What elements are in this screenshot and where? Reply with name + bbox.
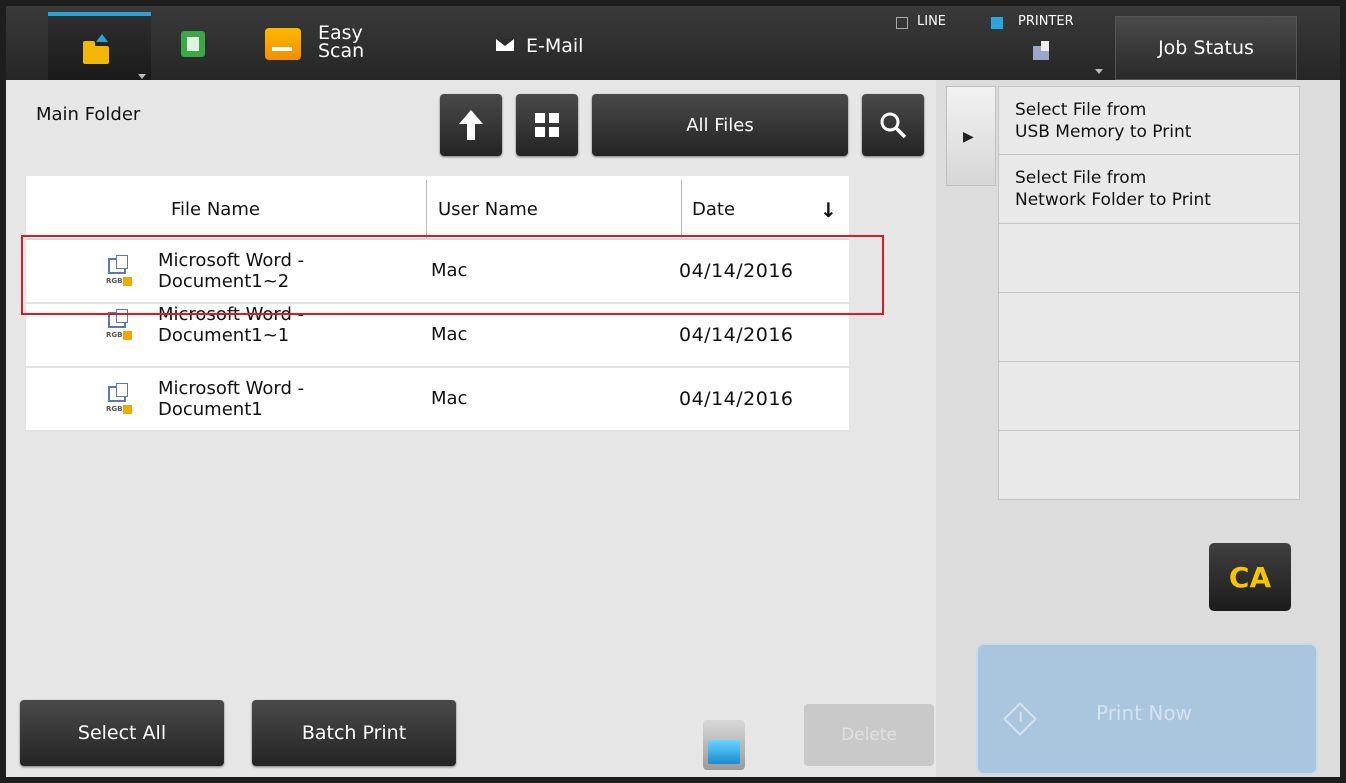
thumbnail-view-button[interactable] xyxy=(516,94,578,156)
touch-screen: Easy Scan E-Mail LINE PRINTER Job Status… xyxy=(6,6,1340,777)
batch-print-button[interactable]: Batch Print xyxy=(252,700,456,766)
lock-icon xyxy=(123,331,132,340)
network-folder-print-item[interactable]: Select File from Network Folder to Print xyxy=(998,155,1300,224)
lock-icon xyxy=(123,405,132,414)
rgb-badge: RGB xyxy=(106,405,123,413)
column-divider xyxy=(681,180,682,238)
printer-label: PRINTER xyxy=(1018,14,1074,29)
select-all-button[interactable]: Select All xyxy=(20,700,224,766)
search-icon xyxy=(880,112,907,139)
empty-action-item xyxy=(998,362,1300,431)
printer-chevron-down-icon[interactable] xyxy=(1095,69,1103,74)
empty-action-item xyxy=(998,224,1300,293)
rgb-badge: RGB xyxy=(106,331,123,339)
print-now-button[interactable]: Print Now xyxy=(976,643,1318,775)
file-date: 04/14/2016 xyxy=(679,324,794,346)
document-icon xyxy=(108,383,128,402)
start-icon xyxy=(1003,702,1037,736)
column-user-name[interactable]: User Name xyxy=(438,176,538,238)
file-name: Microsoft Word - Document1~1 xyxy=(158,304,305,346)
table-row[interactable]: RGB Microsoft Word - Document1 Mac 04/14… xyxy=(26,368,849,432)
sort-descending-icon[interactable]: ↓ xyxy=(820,176,837,238)
action-list: Select File from USB Memory to Print Sel… xyxy=(998,86,1300,500)
chevron-down-icon xyxy=(138,74,146,79)
document-filing-tab[interactable] xyxy=(48,12,151,80)
up-arrow-icon xyxy=(459,110,483,140)
file-list-pane: Main Folder All Files File Name User Nam… xyxy=(6,80,936,690)
column-date[interactable]: Date xyxy=(692,176,735,238)
document-icon xyxy=(108,255,128,274)
file-date: 04/14/2016 xyxy=(679,388,794,410)
folder-title: Main Folder xyxy=(36,104,141,125)
file-date: 04/14/2016 xyxy=(679,260,794,282)
trash-icon xyxy=(703,720,745,770)
lock-icon xyxy=(123,277,132,286)
top-bar: Easy Scan E-Mail LINE PRINTER Job Status xyxy=(6,6,1340,80)
file-name: Microsoft Word - Document1 xyxy=(158,378,305,420)
printer-icon[interactable] xyxy=(1033,41,1049,60)
printer-indicator-icon xyxy=(991,17,1003,29)
table-row[interactable]: RGB Microsoft Word - Document1~2 Mac 04/… xyxy=(26,240,849,304)
easy-scan-icon[interactable] xyxy=(265,28,301,60)
column-file-name[interactable]: File Name xyxy=(171,176,260,238)
file-name: Microsoft Word - Document1~2 xyxy=(158,250,305,292)
column-divider xyxy=(426,180,427,238)
user-name: Mac xyxy=(431,388,468,409)
print-now-label: Print Now xyxy=(1096,701,1192,725)
clear-all-button[interactable]: CA xyxy=(1209,543,1291,611)
upload-arrow-icon xyxy=(96,34,108,42)
table-row[interactable]: RGB Microsoft Word - Document1~1 Mac 04/… xyxy=(26,304,849,368)
usb-print-item[interactable]: Select File from USB Memory to Print xyxy=(998,86,1300,155)
parent-folder-button[interactable] xyxy=(440,94,502,156)
grid-icon xyxy=(535,113,559,137)
file-table: File Name User Name Date ↓ RGB Microsoft… xyxy=(26,176,849,432)
user-name: Mac xyxy=(431,324,468,345)
table-header: File Name User Name Date ↓ xyxy=(26,176,849,240)
line-indicator-icon xyxy=(896,17,908,29)
search-button[interactable] xyxy=(862,94,924,156)
document-icon xyxy=(108,309,128,328)
action-panel: ▶ Select File from USB Memory to Print S… xyxy=(946,86,1318,776)
device-frame: Easy Scan E-Mail LINE PRINTER Job Status… xyxy=(0,0,1346,783)
envelope-icon[interactable] xyxy=(496,39,514,51)
job-status-button[interactable]: Job Status xyxy=(1115,16,1297,80)
bottom-bar: Select All Batch Print Delete xyxy=(6,690,936,777)
delete-button[interactable]: Delete xyxy=(804,704,934,766)
user-name: Mac xyxy=(431,260,468,281)
folder-icon xyxy=(83,41,109,64)
easy-scan-label[interactable]: Easy Scan xyxy=(318,24,364,61)
rgb-badge: RGB xyxy=(106,277,123,285)
file-filter-button[interactable]: All Files xyxy=(592,94,848,156)
line-label: LINE xyxy=(917,14,947,29)
play-arrow-icon: ▶ xyxy=(963,129,974,145)
empty-action-item xyxy=(998,431,1300,500)
empty-action-item xyxy=(998,293,1300,362)
email-label[interactable]: E-Mail xyxy=(526,35,583,57)
expand-panel-button[interactable]: ▶ xyxy=(946,86,996,186)
copy-icon[interactable] xyxy=(181,31,205,57)
